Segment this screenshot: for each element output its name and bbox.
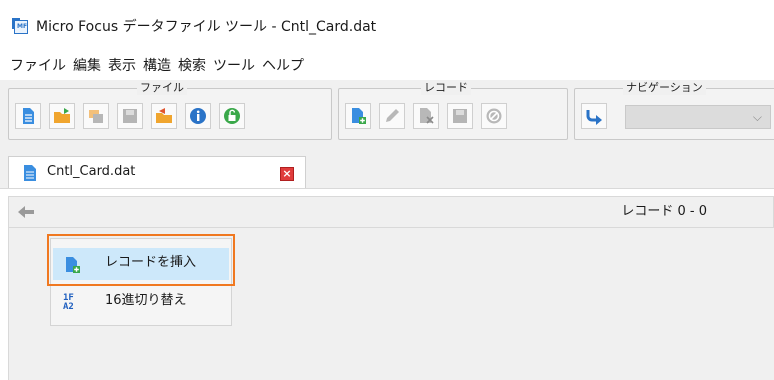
goto-button[interactable] <box>581 103 607 129</box>
info-button[interactable] <box>185 103 211 129</box>
unlock-button[interactable] <box>219 103 245 129</box>
context-menu-insert-record[interactable]: レコードを挿入 <box>53 248 229 280</box>
insert-record-icon <box>66 257 80 273</box>
open-structure-icon <box>89 110 103 123</box>
record-bar: レコード 0 - 0 <box>8 196 774 228</box>
new-file-icon <box>23 108 34 124</box>
toolbar-group-record-label: レコード <box>421 81 471 95</box>
menu-structure[interactable]: 構造 <box>143 56 171 78</box>
cancel-icon <box>486 108 502 124</box>
new-file-button[interactable] <box>15 103 41 129</box>
unlock-icon <box>224 108 240 124</box>
hex-toggle-icon: 1F A2 <box>63 294 74 312</box>
delete-record-button[interactable] <box>413 103 439 129</box>
save-record-icon <box>453 109 467 123</box>
menu-tools[interactable]: ツール <box>213 56 255 78</box>
delete-record-icon <box>420 108 434 124</box>
context-menu-hex-toggle[interactable]: 1F A2 16進切り替え <box>53 286 229 318</box>
navigation-select[interactable]: ⌵ <box>625 105 771 129</box>
edit-record-button[interactable] <box>379 103 405 129</box>
close-file-button[interactable] <box>151 103 177 129</box>
insert-record-button[interactable] <box>345 103 371 129</box>
menu-view[interactable]: 表示 <box>108 56 136 78</box>
close-folder-icon <box>156 108 172 123</box>
chevron-down-icon: ⌵ <box>752 110 762 124</box>
context-menu-item-label: レコードを挿入 <box>105 255 197 270</box>
insert-record-icon <box>352 108 366 124</box>
toolbar-group-navigation: ナビゲーション ⌵ <box>574 81 774 140</box>
title-bar: MF Micro Focus データファイル ツール - Cntl_Card.d… <box>0 0 774 48</box>
save-record-button[interactable] <box>447 103 473 129</box>
toolbar: ファイル レコード ナビゲーション ⌵ <box>0 80 774 150</box>
menu-search[interactable]: 検索 <box>178 56 206 78</box>
toolbar-group-file: ファイル <box>8 81 332 140</box>
app-window: MF Micro Focus データファイル ツール - Cntl_Card.d… <box>0 0 774 380</box>
toolbar-group-navigation-label: ナビゲーション <box>623 81 706 95</box>
tab-cntl-card[interactable]: Cntl_Card.dat × <box>8 156 306 188</box>
tab-strip: Cntl_Card.dat × <box>0 150 774 189</box>
window-title: Micro Focus データファイル ツール - Cntl_Card.dat <box>36 19 377 35</box>
goto-icon <box>586 110 602 125</box>
menu-help[interactable]: ヘルプ <box>262 56 304 78</box>
back-arrow-icon[interactable] <box>17 204 35 220</box>
app-logo-text: MF <box>17 23 28 30</box>
context-menu-item-label: 16進切り替え <box>105 293 187 308</box>
menu-file[interactable]: ファイル <box>10 56 66 78</box>
record-count-label: レコード 0 - 0 <box>621 204 707 219</box>
hex-icon-bottom-text: A2 <box>63 302 74 312</box>
menu-bar: ファイル 編集 表示 構造 検索 ツール ヘルプ <box>0 56 311 78</box>
app-logo-icon: MF <box>12 18 28 34</box>
cancel-record-button[interactable] <box>481 103 507 129</box>
edit-pencil-icon <box>386 109 399 122</box>
open-folder-icon <box>54 108 70 123</box>
save-button[interactable] <box>117 103 143 129</box>
save-icon <box>123 109 137 123</box>
tab-label: Cntl_Card.dat <box>47 164 136 179</box>
info-icon <box>190 108 206 124</box>
content-area: レコードを挿入 1F A2 16進切り替え <box>8 228 774 380</box>
context-menu: レコードを挿入 1F A2 16進切り替え <box>50 238 232 326</box>
document-icon <box>24 165 36 181</box>
toolbar-group-record: レコード <box>338 81 568 140</box>
open-structure-button[interactable] <box>83 103 109 129</box>
menu-edit[interactable]: 編集 <box>73 56 101 78</box>
toolbar-group-file-label: ファイル <box>137 81 187 95</box>
close-icon[interactable]: × <box>280 167 294 181</box>
open-file-button[interactable] <box>49 103 75 129</box>
